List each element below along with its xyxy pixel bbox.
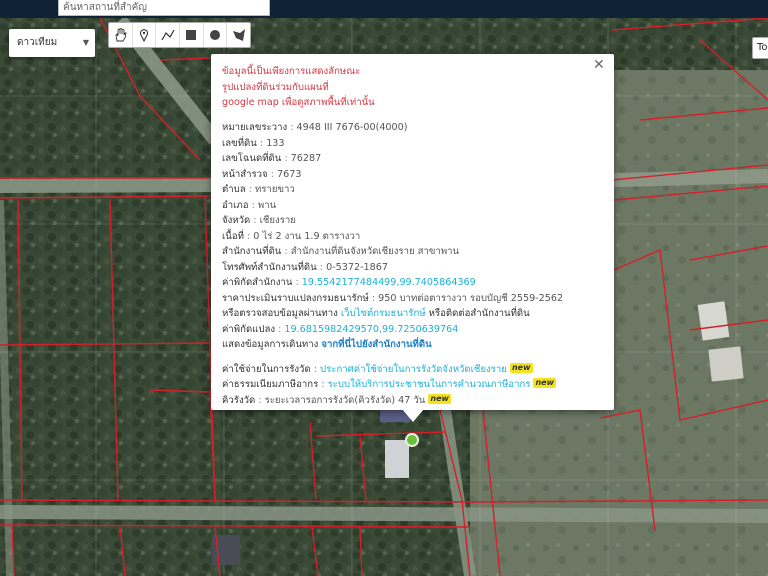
separator: : — [247, 230, 251, 242]
disclaimer-line: google map เพื่อดูสภาพพื้นที่เท่านั้น — [222, 97, 375, 108]
field-label: แสดงข้อมูลการเดินทาง — [222, 339, 319, 350]
drawing-toolbar — [108, 22, 251, 48]
parcel-fields: หมายเลขระวาง : 4948 III 7676-00(4000) เล… — [222, 120, 607, 408]
field-value: 0-5372-1867 — [326, 261, 388, 273]
field-label: สำนักงานที่ดิน — [222, 246, 282, 257]
circle-icon[interactable] — [204, 23, 228, 47]
field-tax: ค่าธรรมเนียมภาษีอากร : ระบบให้บริการประช… — [222, 377, 607, 393]
field-survey-page: หน้าสำรวจ : 7673 — [222, 167, 607, 183]
field-amphoe: อำเภอ : พาน — [222, 198, 607, 214]
square-icon[interactable] — [180, 23, 204, 47]
separator: : — [278, 323, 282, 335]
field-deed-no: เลขโฉนดที่ดิน : 76287 — [222, 151, 607, 167]
field-value: 0 ไร่ 2 งาน 1.9 ตารางวา — [253, 230, 361, 242]
separator: : — [253, 215, 257, 226]
field-label: เลขโฉนดที่ดิน — [222, 153, 282, 164]
field-office-phone: โทรศัพท์สำนักงานที่ดิน : 0-5372-1867 — [222, 260, 607, 276]
field-label: เลขที่ดิน — [222, 137, 257, 149]
disclaimer-line: รูปแปลงที่ดินร่วมกับแผนที่ — [222, 81, 329, 93]
field-area: เนื้อที่ : 0 ไร่ 2 งาน 1.9 ตารางวา — [222, 229, 607, 245]
separator: : — [259, 137, 264, 149]
new-badge: new — [428, 393, 451, 404]
field-label: โทรศัพท์สำนักงานที่ดิน — [222, 261, 317, 273]
new-badge: new — [509, 362, 533, 373]
field-label: เนื้อที่ — [222, 230, 244, 242]
field-value: ระยะเวลารอการรังวัด(คิวรังวัด) 47 วัน — [264, 394, 426, 406]
field-text: หรือติดต่อสำนักงานที่ดิน — [428, 308, 530, 319]
treasury-website-link[interactable]: เว็บไซต์กรมธนารักษ์ — [341, 308, 426, 319]
separator: : — [248, 184, 252, 195]
field-value: พาน — [257, 199, 277, 211]
parcel-coords-link[interactable]: 19.6815982429570,99.7250639764 — [284, 324, 458, 335]
field-label: หมายเลขระวาง — [222, 122, 288, 133]
separator: : — [319, 261, 324, 273]
field-value: เชียงราย — [259, 215, 296, 226]
field-queue: คิวรังวัด : ระยะเวลารอการรังวัด(คิวรังวั… — [222, 393, 607, 409]
field-value: 7673 — [277, 168, 302, 180]
field-map-sheet: หมายเลขระวาง : 4948 III 7676-00(4000) — [222, 120, 607, 136]
close-icon[interactable]: ✕ — [593, 58, 605, 72]
popup-pointer — [402, 409, 424, 422]
field-province: จังหวัด : เชียงราย — [222, 213, 607, 229]
chevron-down-icon: ▼ — [82, 38, 89, 47]
field-label: อำเภอ — [222, 199, 249, 211]
field-label: ค่าพิกัดสำนักงาน — [222, 277, 293, 288]
separator: : — [258, 394, 262, 406]
field-value: สำนักงานที่ดินจังหวัดเชียงราย สาขาพาน — [290, 246, 460, 257]
fee-link[interactable]: ประกาศค่าใช้จ่ายในการรังวัดจังหวัดเชียงร… — [320, 364, 507, 375]
separator: : — [321, 379, 325, 390]
disclaimer-line: ข้อมูลนี้เป็นเพียงการแสดงลักษณะ — [222, 66, 361, 77]
polyline-icon[interactable] — [156, 23, 181, 47]
separator: : — [313, 363, 317, 375]
parcel-marker-icon[interactable] — [405, 433, 419, 447]
top-right-button[interactable]: To — [752, 37, 768, 59]
separator: : — [251, 199, 255, 211]
field-fee: ค่าใช้จ่ายในการรังวัด : ประกาศค่าใช้จ่าย… — [222, 362, 607, 378]
field-label: หน้าสำรวจ — [222, 168, 268, 180]
field-land-office: สำนักงานที่ดิน : สำนักงานที่ดินจังหวัดเช… — [222, 244, 607, 260]
search-input[interactable]: ค้นหาสถานที่สำคัญ — [58, 0, 270, 16]
field-value: 950 บาทต่อตารางวา รอบบัญชี 2559-2562 — [378, 292, 564, 304]
field-parcel-coords: ค่าพิกัดแปลง : 19.6815982429570,99.72506… — [222, 322, 607, 338]
field-tambon: ตำบล : ทรายขาว — [222, 182, 607, 198]
field-appraisal: ราคาประเมินราบแปลงกรมธนารักษ์ : 950 บาทต… — [222, 291, 607, 307]
field-label: ราคาประเมินราบแปลงกรมธนารักษ์ — [222, 292, 369, 304]
separator: : — [270, 168, 274, 180]
field-value: 4948 III 7676-00(4000) — [296, 122, 408, 133]
tax-link[interactable]: ระบบให้บริการประชาชนในการคำนวณภาษีอากร — [328, 379, 531, 390]
field-label: คิวรังวัด — [222, 394, 256, 406]
field-value: ทรายขาว — [254, 184, 295, 195]
office-coords-link[interactable]: 19.5542177484499,99.7405864369 — [302, 277, 476, 288]
pin-icon[interactable] — [133, 23, 157, 47]
field-office-coords: ค่าพิกัดสำนักงาน : 19.5542177484499,99.7… — [222, 275, 607, 291]
parcel-info-popup: ✕ ข้อมูลนี้เป็นเพียงการแสดงลักษณะ รูปแปล… — [211, 54, 614, 422]
separator: : — [371, 292, 376, 304]
field-route: แสดงข้อมูลการเดินทาง จากที่นี่ไปยังสำนัก… — [222, 337, 607, 353]
field-label: ค่าพิกัดแปลง — [222, 323, 276, 335]
polygon-icon[interactable] — [227, 23, 250, 47]
map-type-value: ดาวเทียม — [17, 37, 58, 48]
new-badge: new — [533, 378, 556, 388]
separator: : — [290, 122, 294, 133]
field-label: หรือตรวจสอบข้อมูลผ่านทาง — [222, 308, 338, 319]
field-label: ตำบล — [222, 184, 246, 195]
disclaimer-text: ข้อมูลนี้เป็นเพียงการแสดงลักษณะ รูปแปลงท… — [222, 64, 582, 111]
field-label: ค่าธรรมเนียมภาษีอากร — [222, 379, 319, 390]
route-link[interactable]: จากที่นี่ไปยังสำนักงานที่ดิน — [321, 339, 431, 350]
hand-icon[interactable] — [109, 23, 133, 47]
separator: : — [295, 277, 299, 288]
separator: : — [284, 246, 288, 257]
field-check: หรือตรวจสอบข้อมูลผ่านทาง เว็บไซต์กรมธนาร… — [222, 306, 607, 322]
field-value: 76287 — [290, 153, 322, 164]
field-label: จังหวัด — [222, 215, 251, 226]
field-parcel-no: เลขที่ดิน : 133 — [222, 136, 607, 152]
map-type-select[interactable]: ดาวเทียม ▼ — [9, 29, 95, 57]
separator: : — [284, 153, 288, 164]
field-label: ค่าใช้จ่ายในการรังวัด — [222, 363, 311, 375]
field-value: 133 — [266, 137, 285, 149]
